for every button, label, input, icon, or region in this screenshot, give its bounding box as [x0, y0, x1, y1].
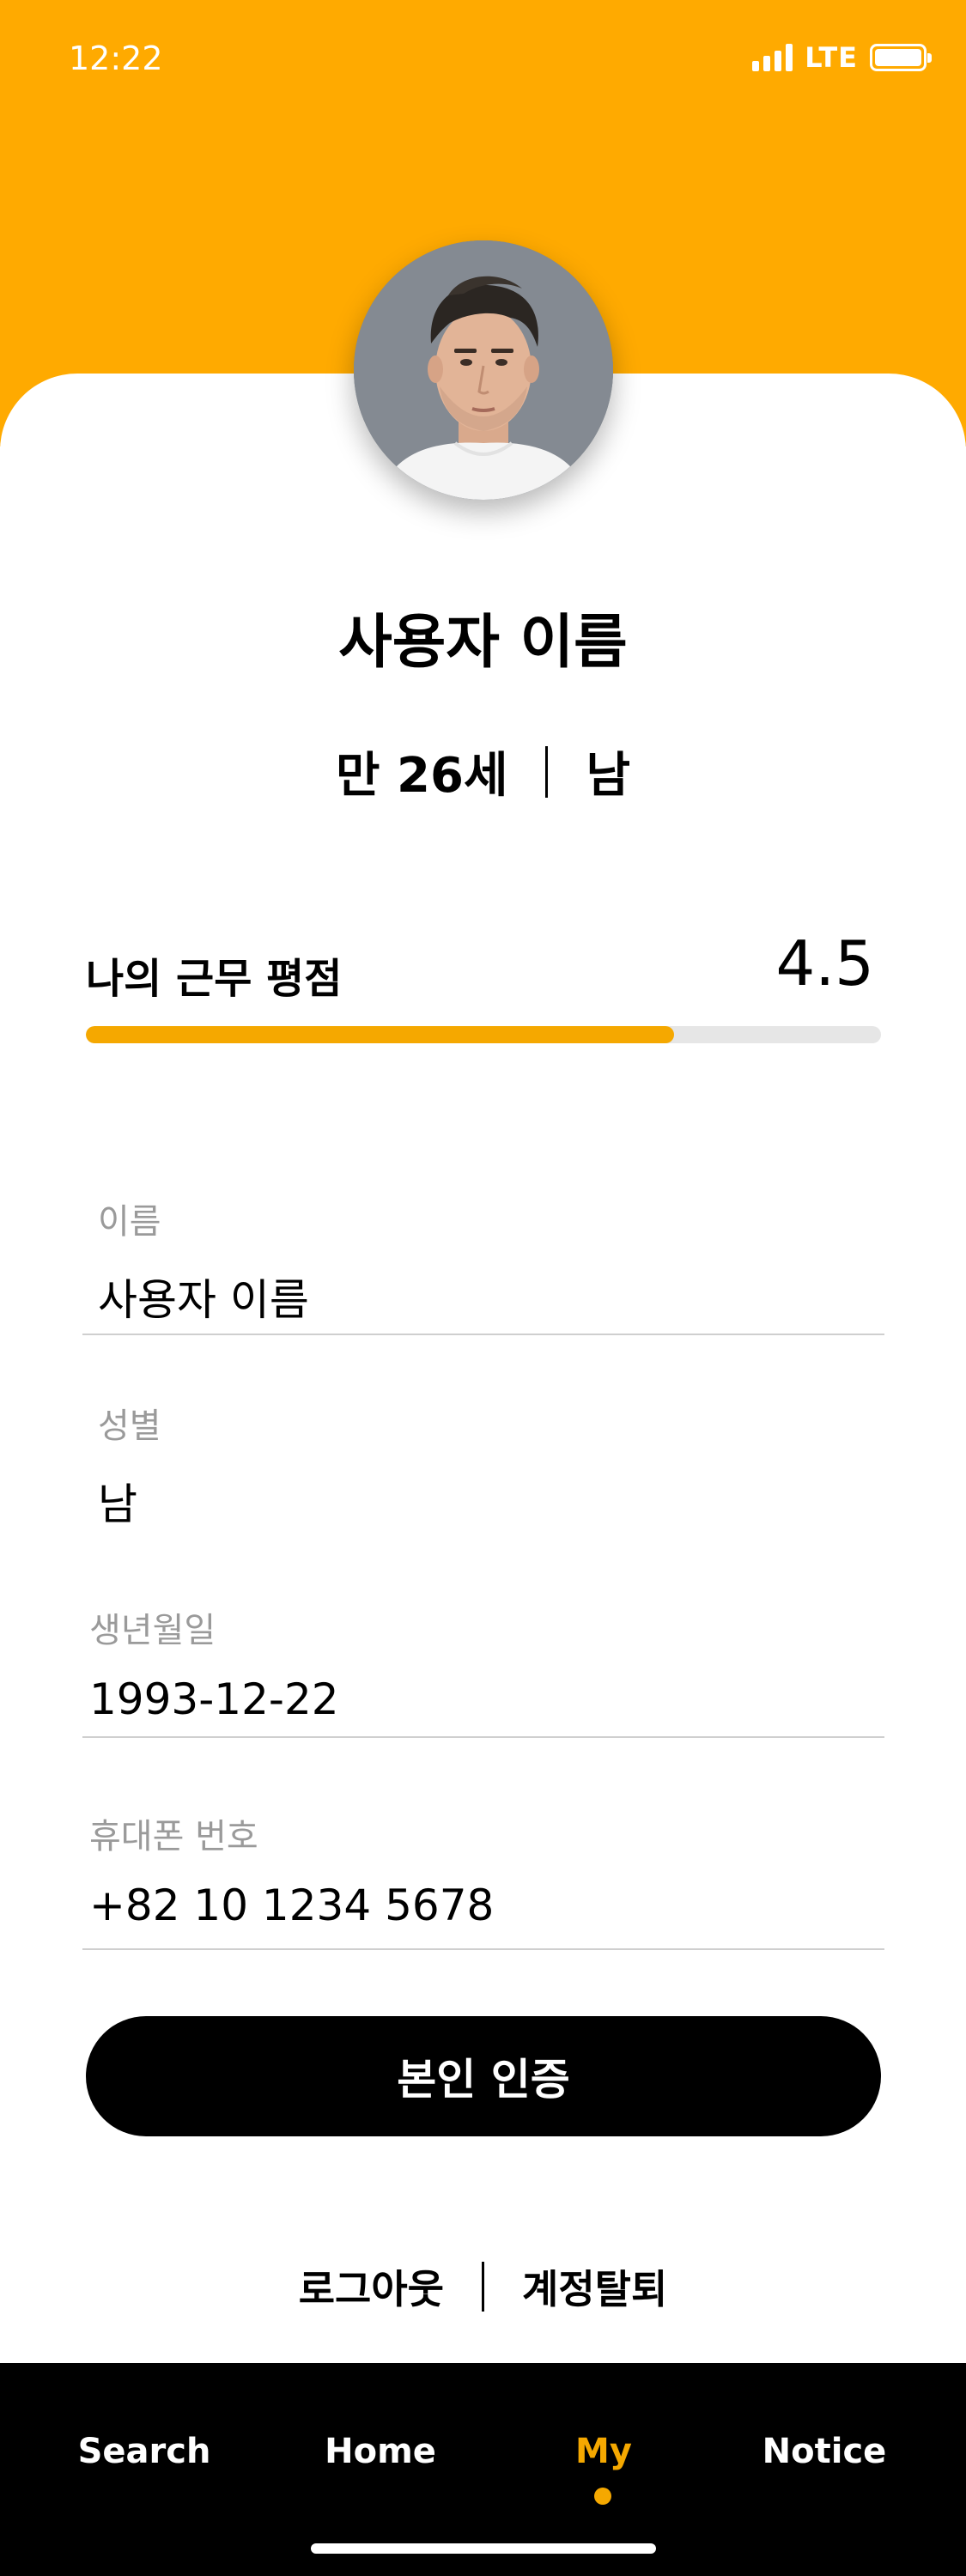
birthdate-field-label: 생년월일 — [89, 1611, 216, 1650]
gender-field[interactable]: 성별 남 — [82, 1398, 884, 1532]
name-field[interactable]: 이름 사용자 이름 — [82, 1194, 884, 1327]
account-links: 로그아웃 계정탈퇴 — [0, 2258, 966, 2315]
status-indicators: LTE — [752, 41, 932, 74]
phone-field[interactable]: 휴대폰 번호 +82 10 1234 5678 — [82, 1808, 884, 1930]
logout-link[interactable]: 로그아웃 — [299, 2258, 444, 2315]
network-type: LTE — [805, 41, 858, 74]
nav-item-home[interactable]: Home — [277, 2432, 483, 2471]
avatar-photo — [354, 240, 613, 500]
name-field-label: 이름 — [98, 1202, 161, 1242]
status-bar: 12:22 LTE — [0, 0, 966, 120]
delete-account-link[interactable]: 계정탈퇴 — [522, 2258, 667, 2315]
link-divider — [482, 2262, 484, 2312]
bottom-nav: Search Home My Notice — [0, 2363, 966, 2576]
home-indicator[interactable] — [311, 2543, 656, 2554]
profile-gender: 남 — [586, 748, 630, 804]
field-divider — [82, 1948, 884, 1950]
verify-identity-button[interactable]: 본인 인증 — [86, 2016, 881, 2136]
birthdate-field[interactable]: 생년월일 1993-12-22 — [82, 1602, 884, 1724]
avatar[interactable] — [354, 240, 613, 500]
status-time: 12:22 — [69, 39, 163, 77]
nav-item-notice[interactable]: Notice — [721, 2432, 927, 2471]
name-field-value: 사용자 이름 — [98, 1275, 309, 1325]
phone-field-label: 휴대폰 번호 — [89, 1817, 258, 1856]
birthdate-field-value: 1993-12-22 — [89, 1674, 339, 1724]
phone-field-value: +82 10 1234 5678 — [89, 1880, 495, 1930]
field-divider — [82, 1736, 884, 1738]
profile-name: 사용자 이름 — [338, 609, 628, 677]
rating-label: 나의 근무 평점 — [86, 955, 343, 1003]
rating-value: 4.5 — [775, 927, 874, 999]
gender-field-label: 성별 — [98, 1406, 161, 1446]
nav-item-search[interactable]: Search — [41, 2432, 247, 2471]
meta-divider — [545, 745, 549, 798]
active-dot-icon — [594, 2488, 611, 2505]
profile-meta: 만 26세 남 — [0, 737, 966, 806]
gender-field-value: 남 — [98, 1479, 137, 1529]
rating-progress-bar — [86, 1026, 881, 1043]
field-divider — [82, 1334, 884, 1335]
signal-icon — [752, 44, 793, 71]
nav-item-my[interactable]: My — [501, 2432, 707, 2471]
rating-progress-fill — [86, 1026, 675, 1043]
profile-age: 만 26세 — [336, 748, 508, 804]
battery-icon — [870, 44, 932, 71]
